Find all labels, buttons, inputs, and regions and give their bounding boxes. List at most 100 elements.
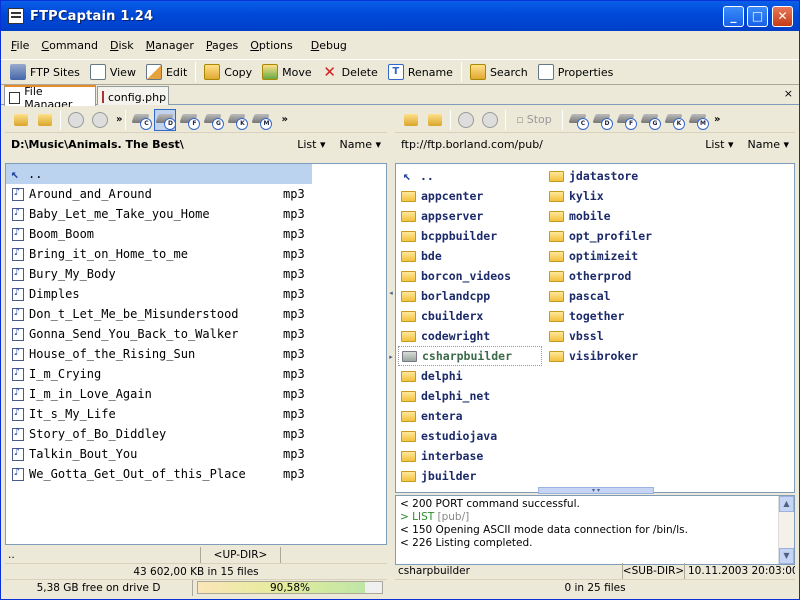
move-button[interactable]: Move (257, 61, 317, 83)
toolbar-overflow-icon[interactable]: » (281, 114, 287, 125)
drive-g-button[interactable] (639, 109, 661, 131)
drive-d-button[interactable] (154, 108, 177, 131)
file-row[interactable]: We_Gotta_Get_Out_of_this_Place mp3 (6, 464, 386, 484)
file-row[interactable]: Gonna_Send_You_Back_to_Walker mp3 (6, 324, 386, 344)
drive-m-button[interactable] (250, 109, 273, 131)
file-row[interactable]: Talkin_Bout_You mp3 (6, 444, 386, 464)
root-dir-button[interactable] (10, 109, 32, 131)
folder-row[interactable]: cbuilderx (398, 306, 546, 326)
view-button[interactable]: View (85, 61, 141, 83)
toolbar-overflow-icon[interactable]: » (714, 114, 720, 125)
back-button[interactable] (455, 109, 477, 131)
list-view-dropdown[interactable]: List ▾ (705, 138, 733, 151)
forward-button[interactable] (89, 109, 111, 131)
file-row[interactable]: Story_of_Bo_Diddley mp3 (6, 424, 386, 444)
search-button[interactable]: Search (465, 61, 533, 83)
drive-c-button[interactable] (567, 109, 589, 131)
drive-f-button[interactable] (178, 109, 201, 131)
log-splitter-handle[interactable]: ▾ ▾ (538, 487, 654, 494)
scroll-down-icon[interactable]: ▼ (779, 548, 794, 564)
file-row[interactable]: Dimples mp3 (6, 284, 386, 304)
folder-row[interactable]: together (546, 306, 694, 326)
file-row[interactable]: Don_t_Let_Me_be_Misunderstood mp3 (6, 304, 386, 324)
drive-m-button[interactable] (687, 109, 709, 131)
file-row[interactable]: Boom_Boom mp3 (6, 224, 386, 244)
folder-row[interactable]: vbssl (546, 326, 694, 346)
splitter-right-arrow-icon[interactable]: ▸ (388, 353, 394, 363)
close-tab-icon[interactable]: × (784, 87, 793, 100)
folder-row[interactable]: csharpbuilder (398, 346, 542, 366)
menu-debug[interactable]: Debug (305, 39, 353, 52)
drive-k-button[interactable] (226, 109, 249, 131)
sort-name-dropdown[interactable]: Name ▾ (748, 138, 789, 151)
log-scrollbar[interactable]: ▲ ▼ (778, 496, 794, 564)
folder-row[interactable]: optimizeit (546, 246, 694, 266)
stop-button[interactable]: ▫ Stop (510, 109, 558, 131)
properties-button[interactable]: Properties (533, 61, 619, 83)
drive-c-button[interactable] (130, 109, 153, 131)
scroll-up-icon[interactable]: ▲ (779, 496, 794, 512)
splitter-left-arrow-icon[interactable]: ◂ (388, 289, 394, 299)
file-row[interactable]: Around_and_Around mp3 (6, 184, 386, 204)
ftp-sites-button[interactable]: FTP Sites (5, 61, 85, 83)
maximize-button[interactable]: □ (747, 6, 768, 27)
file-row[interactable]: Bring_it_on_Home_to_me mp3 (6, 244, 386, 264)
panel-splitter[interactable]: ◂ ▸ (388, 107, 394, 595)
minimize-button[interactable]: _ (723, 6, 744, 27)
folder-row[interactable]: jdatastore (546, 166, 694, 186)
folder-row[interactable]: entera (398, 406, 546, 426)
folder-row[interactable]: bde (398, 246, 546, 266)
folder-row[interactable]: estudiojava (398, 426, 546, 446)
folder-row[interactable]: kylix (546, 186, 694, 206)
sort-name-dropdown[interactable]: Name ▾ (340, 138, 381, 151)
file-row[interactable]: Bury_My_Body mp3 (6, 264, 386, 284)
file-row[interactable]: I_m_in_Love_Again mp3 (6, 384, 386, 404)
folder-row[interactable]: codewright (398, 326, 546, 346)
file-row[interactable]: House_of_the_Rising_Sun mp3 (6, 344, 386, 364)
file-row[interactable]: It_s_My_Life mp3 (6, 404, 386, 424)
folder-row[interactable]: visibroker (546, 346, 694, 366)
parent-dir-button[interactable] (34, 109, 56, 131)
menu-pages[interactable]: Pages (200, 39, 244, 52)
menu-manager[interactable]: Manager (140, 39, 200, 52)
menu-disk[interactable]: Disk (104, 39, 140, 52)
list-view-dropdown[interactable]: List ▾ (297, 138, 325, 151)
folder-row[interactable]: appserver (398, 206, 546, 226)
menu-file[interactable]: File (5, 39, 35, 52)
tab-file-manager[interactable]: File Manager (4, 85, 96, 111)
delete-button[interactable]: ✕ Delete (317, 61, 383, 83)
parent-dir-button[interactable] (424, 109, 446, 131)
root-dir-button[interactable] (400, 109, 422, 131)
folder-row[interactable]: opt_profiler (546, 226, 694, 246)
folder-row[interactable]: delphi_net (398, 386, 546, 406)
edit-button[interactable]: Edit (141, 61, 192, 83)
file-row[interactable]: Baby_Let_me_Take_you_Home mp3 (6, 204, 386, 224)
title-bar[interactable]: FTPCaptain 1.24 _ □ ✕ (1, 1, 799, 31)
folder-row[interactable]: pascal (546, 286, 694, 306)
close-button[interactable]: ✕ (772, 6, 793, 27)
folder-row[interactable]: borlandcpp (398, 286, 546, 306)
folder-row[interactable]: borcon_videos (398, 266, 546, 286)
folder-row[interactable]: jbuilder (398, 466, 546, 486)
drive-f-button[interactable] (615, 109, 637, 131)
drive-k-button[interactable] (663, 109, 685, 131)
back-button[interactable] (65, 109, 87, 131)
file-row[interactable]: I_m_Crying mp3 (6, 364, 386, 384)
folder-row[interactable]: bcppbuilder (398, 226, 546, 246)
folder-row[interactable]: delphi (398, 366, 546, 386)
folder-row[interactable]: appcenter (398, 186, 546, 206)
up-dir-row[interactable]: ↖.. (6, 164, 312, 184)
menu-command[interactable]: Command (35, 39, 104, 52)
folder-row[interactable]: mobile (546, 206, 694, 226)
drive-g-button[interactable] (202, 109, 225, 131)
rename-button[interactable]: T Rename (383, 61, 458, 83)
tab-config-php[interactable]: config.php (97, 86, 169, 105)
copy-button[interactable]: Copy (199, 61, 257, 83)
folder-row[interactable]: otherprod (546, 266, 694, 286)
left-file-list[interactable]: ↖.. Around_and_Aroundmp3Baby_Let_me_Take… (5, 163, 387, 545)
toolbar-overflow-icon[interactable]: » (116, 114, 122, 125)
forward-button[interactable] (479, 109, 501, 131)
right-folder-list[interactable]: ↖.. appcenter appserver bcppbuilder bde borc… (395, 163, 795, 493)
up-dir-row[interactable]: ↖.. (398, 166, 546, 186)
menu-options[interactable]: Options (244, 39, 298, 52)
